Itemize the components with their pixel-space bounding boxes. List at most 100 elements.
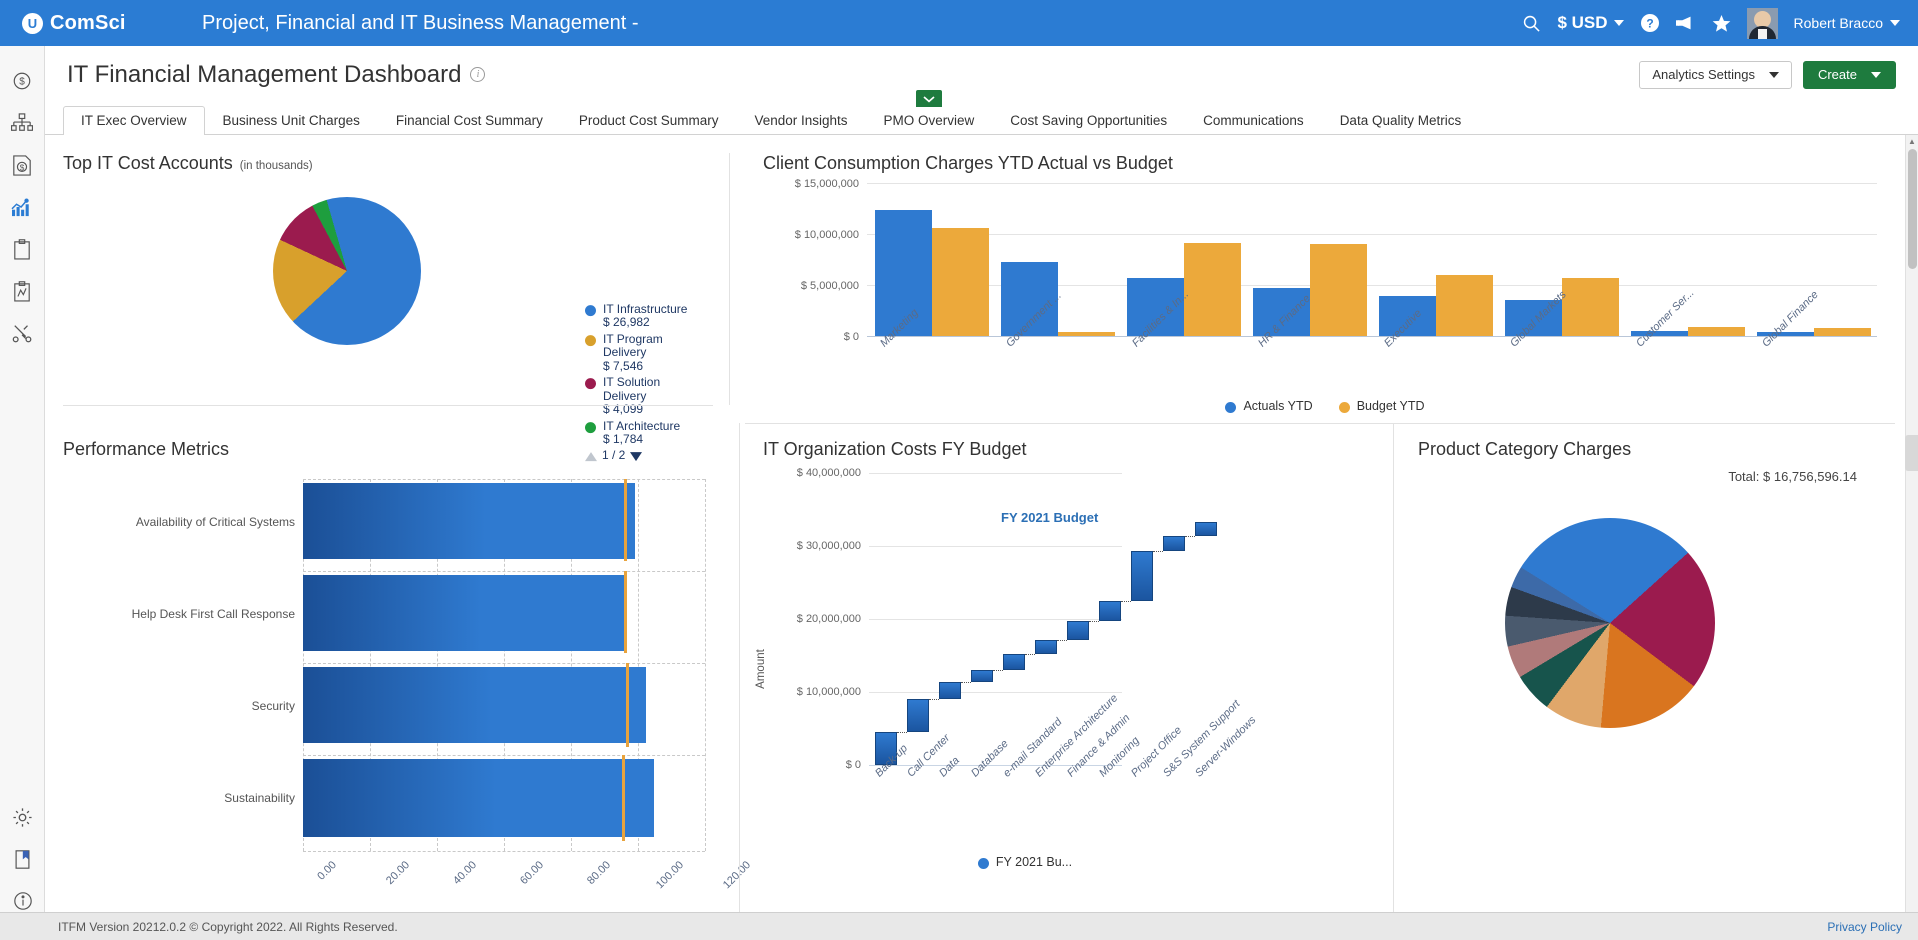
sidebar-item-settings[interactable] — [0, 796, 45, 838]
waterfall-bar[interactable] — [939, 682, 961, 699]
legend-item-fy2021-budget[interactable]: FY 2021 Bu... — [978, 855, 1072, 869]
gridline — [303, 479, 705, 480]
legend-item[interactable]: IT Infrastructure $ 26,982 — [585, 303, 695, 330]
waterfall-bar[interactable] — [1003, 654, 1025, 670]
page-header-actions: Analytics Settings Create — [1639, 61, 1896, 89]
target-marker — [624, 479, 627, 561]
page-footer: ITFM Version 20212.0.2 © Copyright 2022.… — [0, 912, 1918, 940]
waterfall-connector — [993, 670, 1003, 671]
waterfall-bar[interactable] — [971, 670, 993, 682]
product-category-total: Total: $ 16,756,596.14 — [1728, 469, 1857, 484]
x-axis-tick-label: 20.00 — [384, 859, 412, 887]
bar-chart-client-consumption[interactable]: $ 15,000,000 $ 10,000,000 $ 5,000,000 $ … — [745, 135, 1905, 423]
bar-budget[interactable] — [1814, 328, 1871, 336]
tab-financial-cost-summary[interactable]: Financial Cost Summary — [378, 106, 561, 135]
legend-item-budget[interactable]: Budget YTD — [1339, 399, 1425, 413]
sidebar-item-invoices[interactable]: $ — [0, 144, 44, 186]
sidebar-item-tools[interactable] — [0, 312, 44, 354]
scrollbar-thumb[interactable] — [1908, 149, 1917, 269]
y-axis-tick-label: $ 30,000,000 — [751, 540, 861, 552]
waterfall-bar[interactable] — [1099, 601, 1121, 621]
scroll-up-arrow[interactable]: ▲ — [1906, 135, 1918, 148]
bar-budget[interactable] — [1310, 244, 1367, 336]
horizontal-bar-chart-performance-metrics[interactable]: Availability of Critical Systems Help De… — [45, 423, 713, 893]
legend-item[interactable]: IT Solution Delivery $ 4,099 — [585, 376, 695, 416]
sidebar-item-analytics[interactable] — [0, 186, 44, 228]
bar-sustainability[interactable] — [303, 759, 654, 837]
panel-subtitle: (in thousands) — [240, 160, 313, 172]
x-axis-tick-label: Customer Ser... — [1634, 287, 1697, 350]
search-icon[interactable] — [1522, 14, 1541, 33]
user-menu[interactable]: Robert Bracco — [1794, 15, 1900, 31]
create-button[interactable]: Create — [1803, 61, 1896, 89]
bar-budget[interactable] — [1058, 332, 1115, 336]
bar-availability[interactable] — [303, 483, 635, 559]
sidebar-item-organization[interactable] — [0, 102, 44, 144]
tab-product-cost-summary[interactable]: Product Cost Summary — [561, 106, 737, 135]
x-axis-tick-label: Server-Windows — [1193, 714, 1258, 779]
legend-label: IT Infrastructure — [603, 302, 687, 316]
target-marker — [624, 571, 627, 653]
tab-data-quality-metrics[interactable]: Data Quality Metrics — [1322, 106, 1480, 135]
bar-budget[interactable] — [1184, 243, 1241, 336]
pie-chart-product-category-charges[interactable] — [1505, 518, 1715, 728]
tab-business-unit-charges[interactable]: Business Unit Charges — [205, 106, 378, 135]
svg-text:$: $ — [19, 77, 25, 88]
legend-label-value: IT Solution Delivery $ 4,099 — [603, 376, 695, 416]
tab-label: Financial Cost Summary — [396, 113, 543, 128]
sidebar-item-reports[interactable] — [0, 228, 44, 270]
star-icon[interactable] — [1712, 14, 1731, 33]
tab-pmo-overview[interactable]: PMO Overview — [866, 106, 993, 135]
chevron-down-badge-icon[interactable] — [916, 90, 942, 107]
bar-budget[interactable] — [1436, 275, 1493, 336]
panel-title: Product Category Charges — [1418, 439, 1631, 460]
legend-item-actuals[interactable]: Actuals YTD — [1225, 399, 1312, 413]
legend-item[interactable]: IT Program Delivery $ 7,546 — [585, 333, 695, 373]
legend-value: $ 7,546 — [603, 359, 643, 373]
waterfall-bar[interactable] — [1195, 522, 1217, 536]
x-axis-tick-label: 0.00 — [315, 859, 339, 883]
waterfall-connector — [1057, 640, 1067, 641]
waterfall-bar[interactable] — [1163, 536, 1185, 551]
privacy-policy-link[interactable]: Privacy Policy — [1827, 920, 1902, 934]
analytics-settings-button[interactable]: Analytics Settings — [1639, 61, 1792, 89]
gridline — [869, 473, 1122, 474]
waterfall-bar[interactable] — [1067, 621, 1089, 640]
vertical-scrollbar[interactable]: ▲ — [1905, 135, 1918, 925]
bar-budget[interactable] — [1562, 278, 1619, 336]
x-axis-tick-label: Global Finance — [1760, 289, 1821, 350]
info-icon[interactable]: i — [470, 67, 485, 82]
gridline — [869, 619, 1122, 620]
bar-budget[interactable] — [1688, 327, 1745, 336]
megaphone-icon[interactable] — [1676, 15, 1696, 31]
panel-divider — [739, 423, 740, 923]
help-icon[interactable]: ? — [1640, 13, 1660, 33]
waterfall-bar[interactable] — [1035, 640, 1057, 654]
sidebar-item-library[interactable] — [0, 838, 45, 880]
brand-logo[interactable]: U ComSci — [22, 12, 192, 35]
gridline — [303, 663, 705, 664]
tab-cost-saving-opportunities[interactable]: Cost Saving Opportunities — [992, 106, 1185, 135]
tab-it-exec-overview[interactable]: IT Exec Overview — [63, 106, 205, 135]
legend-label: FY 2021 Bu... — [996, 855, 1072, 869]
currency-selector[interactable]: $ USD — [1557, 13, 1623, 33]
chart-legend: Actuals YTD Budget YTD — [745, 399, 1905, 413]
tab-vendor-insights[interactable]: Vendor Insights — [736, 106, 865, 135]
sidebar-item-dashboards[interactable] — [0, 270, 44, 312]
bar-security[interactable] — [303, 667, 646, 743]
legend-color-swatch — [585, 335, 596, 346]
avatar[interactable] — [1747, 8, 1778, 39]
gridline — [867, 234, 1877, 235]
application-title: Project, Financial and IT Business Manag… — [202, 12, 639, 35]
panel-collapse-handle[interactable] — [1905, 435, 1918, 471]
bar-budget[interactable] — [932, 228, 989, 336]
gridline — [867, 183, 1877, 184]
waterfall-bar[interactable] — [1131, 551, 1153, 601]
waterfall-chart-it-organization-costs[interactable]: Amount $ 40,000,000 $ 30,000,000 $ 20,00… — [745, 423, 1390, 893]
bar-help-desk[interactable] — [303, 575, 626, 651]
page-header: IT Financial Management Dashboard i Anal… — [45, 46, 1918, 103]
sidebar-item-financials[interactable]: $ — [0, 60, 44, 102]
tab-communications[interactable]: Communications — [1185, 106, 1322, 135]
waterfall-bar[interactable] — [907, 699, 929, 732]
pie-chart-top-it-cost-accounts[interactable] — [273, 197, 421, 345]
